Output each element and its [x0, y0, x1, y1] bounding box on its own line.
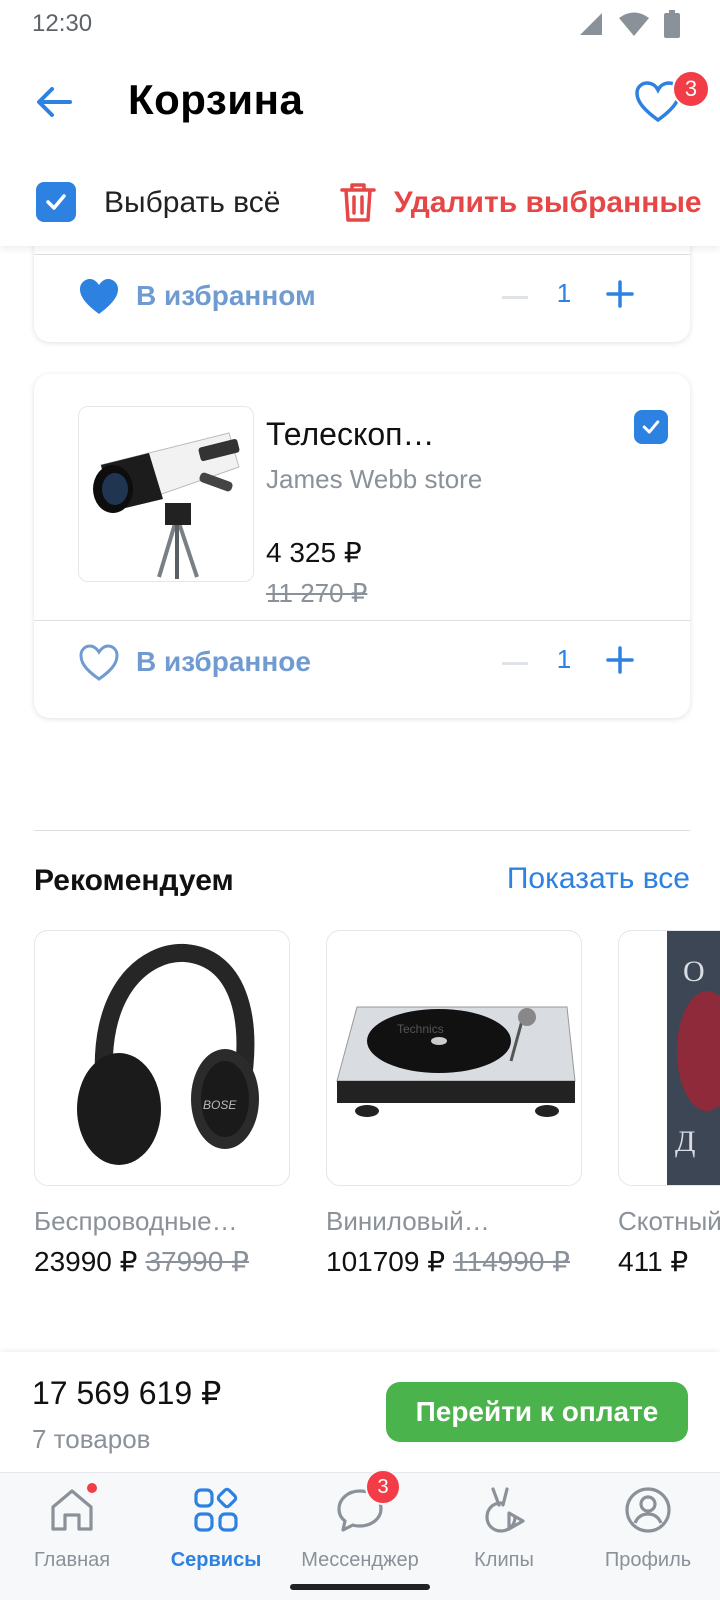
- heart-outline-icon[interactable]: [78, 642, 120, 684]
- recommend-name: Скотный…: [618, 1206, 720, 1236]
- selection-bar: Выбрать всё Удалить выбранные: [0, 154, 720, 246]
- messenger-badge: 3: [365, 1469, 401, 1505]
- qty-plus-button[interactable]: [604, 644, 636, 676]
- nav-label: Клипы: [474, 1549, 534, 1571]
- status-bar: 12:30: [0, 0, 720, 48]
- cart-total: 17 569 619 ₽: [32, 1375, 222, 1411]
- section-divider: [34, 830, 690, 831]
- home-indicator: [290, 1584, 430, 1590]
- checkout-bar: 17 569 619 ₽ 7 товаров Перейти к оплате: [0, 1352, 720, 1472]
- svg-text:О: О: [683, 955, 705, 988]
- svg-text:Д: Д: [675, 1125, 695, 1158]
- cart-item-actions: В избранное 1: [34, 620, 690, 706]
- nav-label: Мессенджер: [301, 1549, 419, 1571]
- turntable-image: Technics: [336, 1006, 576, 1117]
- services-icon: [194, 1487, 238, 1532]
- product-price: 4 325 ₽: [266, 537, 362, 568]
- check-icon: [46, 194, 66, 210]
- book-image: О Д: [667, 931, 720, 1185]
- telescope-image: [79, 407, 253, 581]
- nav-label: Сервисы: [170, 1549, 262, 1571]
- recommend-item[interactable]: О Д Скотный… 411 ₽: [618, 930, 720, 1278]
- back-arrow-icon[interactable]: [28, 76, 80, 128]
- recommend-old-price: 37990 ₽: [145, 1246, 249, 1277]
- nav-services[interactable]: Сервисы: [144, 1485, 288, 1572]
- item-checkbox[interactable]: [634, 410, 668, 444]
- recommend-image-headphones[interactable]: BOSE: [34, 930, 290, 1186]
- trash-icon[interactable]: [336, 180, 380, 224]
- nav-messenger[interactable]: 3 Мессенджер: [288, 1469, 432, 1572]
- nav-label: Главная: [33, 1549, 111, 1571]
- profile-icon: [625, 1487, 671, 1533]
- product-store[interactable]: James Webb store: [266, 464, 482, 495]
- headphones-image: BOSE: [77, 943, 259, 1165]
- notification-dot: [85, 1481, 99, 1495]
- product-image-telescope[interactable]: [78, 406, 254, 582]
- favorites-badge: 3: [672, 70, 710, 108]
- recommend-name: Виниловый…: [326, 1206, 490, 1236]
- recommend-old-price: 114990 ₽: [453, 1246, 570, 1277]
- qty-minus-button[interactable]: [502, 296, 528, 299]
- nav-clips[interactable]: Клипы: [432, 1485, 576, 1572]
- app-header: Корзина 3: [0, 48, 720, 154]
- recommend-item[interactable]: Technics Виниловый… 101709 ₽114990 ₽: [326, 930, 582, 1278]
- nav-label: Профиль: [604, 1549, 692, 1571]
- cart-item-card: В избранном 1: [34, 236, 690, 342]
- signal-icon: [580, 13, 602, 35]
- product-old-price: 11 270 ₽: [266, 578, 368, 608]
- status-icons: [578, 10, 680, 38]
- recommend-prices: 411 ₽: [618, 1245, 720, 1278]
- recommend-prices: 23990 ₽37990 ₽: [34, 1245, 290, 1278]
- cart-item-card[interactable]: Телескоп… James Webb store 4 325 ₽ 11 27…: [34, 374, 690, 718]
- status-time: 12:30: [32, 10, 93, 37]
- qty-minus-button[interactable]: [502, 662, 528, 665]
- svg-text:Technics: Technics: [397, 1022, 444, 1036]
- recommend-image-turntable[interactable]: Technics: [326, 930, 582, 1186]
- nav-profile[interactable]: Профиль: [576, 1485, 720, 1572]
- recommend-price: 23990 ₽: [34, 1246, 138, 1277]
- recommend-title: Рекомендуем: [34, 864, 234, 897]
- favorite-label[interactable]: В избранном: [136, 280, 316, 312]
- wifi-icon: [619, 12, 649, 36]
- favorite-label[interactable]: В избранное: [136, 646, 311, 678]
- product-name[interactable]: Телескоп…: [266, 416, 434, 453]
- recommend-name: Беспроводные…: [34, 1206, 238, 1236]
- cart-item-actions: В избранном 1: [34, 254, 690, 340]
- bottom-nav: Главная Сервисы 3 Мессенджер Клипы Профи…: [0, 1469, 720, 1600]
- check-icon: [642, 420, 660, 434]
- show-all-link[interactable]: Показать все: [507, 862, 690, 896]
- delete-selected-button[interactable]: Удалить выбранные: [394, 186, 702, 220]
- select-all-label[interactable]: Выбрать всё: [104, 186, 280, 220]
- cart-count: 7 товаров: [32, 1424, 151, 1454]
- page-title: Корзина: [128, 76, 304, 123]
- checkout-button[interactable]: Перейти к оплате: [386, 1382, 688, 1442]
- qty-plus-button[interactable]: [604, 278, 636, 310]
- recommend-image-book[interactable]: О Д: [618, 930, 720, 1186]
- recommend-prices: 101709 ₽114990 ₽: [326, 1245, 582, 1278]
- qty-value: 1: [556, 644, 572, 674]
- heart-filled-icon[interactable]: [78, 276, 120, 318]
- qty-value: 1: [556, 278, 572, 308]
- svg-text:BOSE: BOSE: [203, 1098, 237, 1112]
- battery-icon: [664, 10, 680, 38]
- recommend-price: 101709 ₽: [326, 1246, 446, 1277]
- clips-icon: [485, 1487, 525, 1533]
- recommend-item[interactable]: BOSE Беспроводные… 23990 ₽37990 ₽: [34, 930, 290, 1278]
- nav-home[interactable]: Главная: [0, 1481, 144, 1572]
- select-all-checkbox[interactable]: [36, 182, 76, 222]
- recommend-price: 411 ₽: [618, 1246, 689, 1277]
